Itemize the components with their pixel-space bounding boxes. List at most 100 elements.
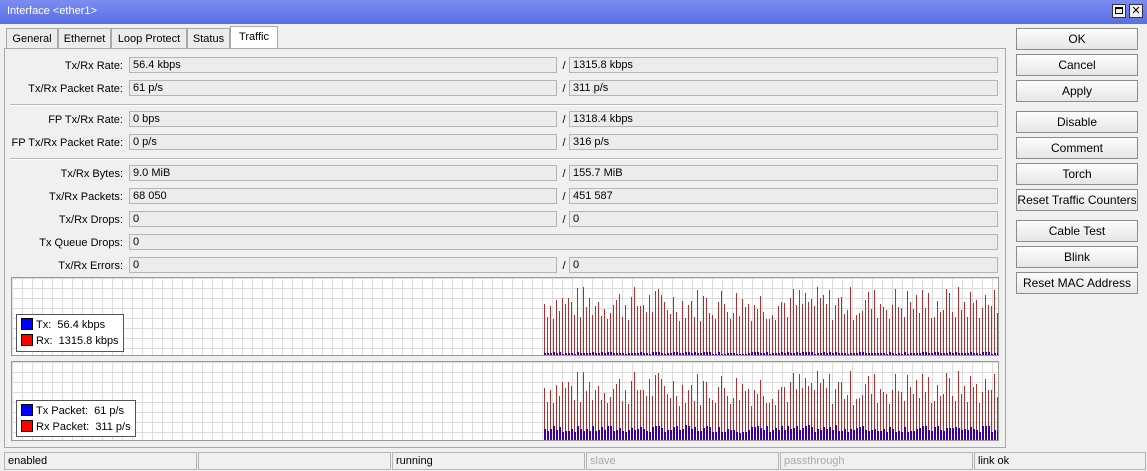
rx-bar [619, 294, 620, 355]
rx-bar [727, 312, 728, 355]
tx-bar [706, 426, 708, 440]
slash: / [562, 137, 566, 149]
fp-tx-packet-rate-field: 0 p/s [129, 134, 557, 150]
tab-status[interactable]: Status [187, 28, 230, 48]
tx-bar [859, 427, 861, 440]
tx-bar [631, 353, 633, 355]
tx-bar [550, 429, 552, 440]
rx-bar [700, 321, 701, 355]
tab-loop-protect[interactable]: Loop Protect [111, 28, 187, 48]
tx-bar [721, 354, 723, 355]
tx-rate-field: 56.4 kbps [129, 57, 557, 73]
rx-bar [595, 306, 596, 355]
status-link-ok: link ok [974, 452, 1146, 470]
rx-bar [874, 290, 875, 355]
tx-bar [967, 430, 969, 440]
tx-bar [817, 353, 819, 355]
tx-bar [994, 430, 996, 440]
reset-mac-address-button[interactable]: Reset MAC Address [1016, 272, 1138, 294]
tx-bar [928, 353, 930, 355]
tx-bar [931, 353, 933, 355]
tx-bar [673, 427, 675, 440]
blink-button[interactable]: Blink [1016, 246, 1138, 268]
tx-bar [703, 352, 705, 355]
tx-bar [730, 353, 732, 355]
tx-bar [781, 426, 783, 440]
tx-bar [904, 352, 906, 355]
rx-bar [547, 317, 548, 355]
torch-button[interactable]: Torch [1016, 163, 1138, 185]
window-title-bar[interactable]: Interface <ether1> ✕ [0, 0, 1147, 24]
tx-bar [586, 429, 588, 440]
tx-bar [649, 354, 651, 355]
tx-bar [679, 353, 681, 355]
tx-bar [850, 429, 852, 440]
rx-bar [778, 306, 779, 355]
tx-bar [715, 432, 717, 440]
tx-bar [919, 428, 921, 440]
tab-general[interactable]: General [6, 28, 58, 48]
tx-bar [808, 352, 810, 355]
legend-rx-packet-value: 311 p/s [95, 421, 131, 433]
tx-bar [676, 352, 678, 355]
disable-button[interactable]: Disable [1016, 111, 1138, 133]
cable-test-button[interactable]: Cable Test [1016, 220, 1138, 242]
rx-color-swatch [21, 334, 33, 346]
slash: / [562, 260, 566, 272]
close-icon[interactable]: ✕ [1129, 4, 1143, 18]
tx-bar [922, 352, 924, 355]
rx-bar [781, 302, 782, 355]
tx-bar [865, 353, 867, 355]
legend-tx-label: Tx: [36, 319, 52, 331]
rx-bar [988, 305, 989, 355]
rx-bar [907, 291, 908, 355]
tx-bar [883, 429, 885, 440]
traffic-graph-bars [544, 287, 998, 355]
tx-bar [952, 428, 954, 440]
ok-button[interactable]: OK [1016, 28, 1138, 50]
tx-bar [646, 353, 648, 355]
cancel-button[interactable]: Cancel [1016, 54, 1138, 76]
rx-bar [928, 293, 929, 355]
tab-ethernet[interactable]: Ethernet [58, 28, 111, 48]
tx-bar [838, 353, 840, 355]
tx-bar [691, 429, 693, 440]
reset-traffic-counters-button[interactable]: Reset Traffic Counters [1016, 189, 1138, 211]
tx-bar [565, 353, 567, 355]
tx-bar [595, 431, 597, 440]
tx-bar [778, 430, 780, 440]
tx-bar [946, 353, 948, 355]
tx-bar [766, 426, 768, 440]
apply-button[interactable]: Apply [1016, 80, 1138, 102]
tx-bar [826, 353, 828, 355]
tx-bar [682, 353, 684, 355]
tx-bar [880, 353, 882, 355]
rx-bar [967, 317, 968, 355]
rx-bar [694, 317, 695, 355]
rx-bar [844, 314, 845, 355]
rx-bar [880, 304, 881, 355]
rx-bar [814, 306, 815, 355]
rx-bar [613, 305, 614, 355]
tx-bar [670, 353, 672, 355]
tx-bar [709, 427, 711, 440]
comment-button[interactable]: Comment [1016, 137, 1138, 159]
tx-bar [820, 430, 822, 440]
tx-bar [991, 354, 993, 355]
rx-bar [979, 318, 980, 355]
maximize-icon[interactable] [1112, 4, 1126, 18]
tx-packet-rate-field: 61 p/s [129, 80, 557, 96]
tx-packet-color-swatch [21, 404, 33, 416]
tx-bar [829, 427, 831, 440]
tx-bar [991, 432, 993, 440]
tx-bar [955, 352, 957, 355]
rx-bar [868, 292, 869, 355]
rx-bar [931, 318, 932, 355]
tx-bar [646, 431, 648, 440]
tx-bar [937, 426, 939, 440]
rx-bar [634, 287, 635, 355]
tx-bar [943, 353, 945, 355]
tx-bar [856, 353, 858, 355]
rx-bar [565, 304, 566, 355]
tab-traffic[interactable]: Traffic [230, 26, 278, 49]
